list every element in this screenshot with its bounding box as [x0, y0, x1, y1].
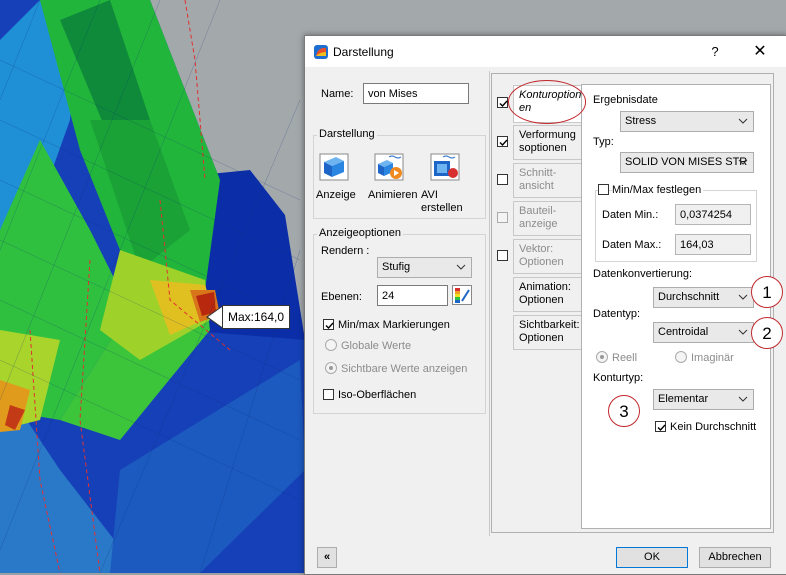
- konturtyp-select[interactable]: Elementar: [653, 389, 754, 410]
- chevron-down-icon: [738, 288, 748, 300]
- abbrechen-button[interactable]: Abbrechen: [699, 547, 771, 568]
- daten-min-label: Daten Min.:: [602, 209, 659, 221]
- datenkonvertierung-select[interactable]: Durchschnitt: [653, 287, 754, 308]
- avi-erstellen-label-2[interactable]: erstellen: [421, 202, 463, 214]
- darstellung-group-label: Darstellung: [317, 128, 377, 140]
- tab-vektor-checkbox[interactable]: [497, 250, 508, 261]
- name-input[interactable]: von Mises: [363, 83, 469, 104]
- anzeigeoptionen-group-label: Anzeigeoptionen: [317, 227, 403, 239]
- color-scale-icon[interactable]: [452, 285, 472, 305]
- globale-werte-label: Globale Werte: [341, 340, 412, 352]
- konturtyp-label: Konturtyp:: [593, 372, 644, 384]
- tab-animationsoptionen[interactable]: Animation: Optionen: [513, 277, 581, 312]
- tab-bauteilanzeige[interactable]: Bauteil- anzeige: [513, 201, 581, 236]
- tab-schnittansicht-checkbox[interactable]: [497, 174, 508, 185]
- ebenen-input[interactable]: 24: [377, 285, 448, 306]
- animieren-button-label[interactable]: Animieren: [368, 189, 418, 201]
- datentyp-select[interactable]: Centroidal: [653, 322, 754, 343]
- tab-verformung-checkbox[interactable]: [497, 136, 508, 147]
- chevron-down-icon: [738, 323, 748, 335]
- tab-schnittansicht[interactable]: Schnitt- ansicht: [513, 163, 581, 198]
- anzeige-button-label[interactable]: Anzeige: [316, 189, 356, 201]
- chevron-down-icon: [738, 112, 748, 124]
- datentyp-select-value: Centroidal: [658, 326, 709, 338]
- rendern-select-value: Stufig: [382, 261, 411, 273]
- avi-erstellen-label-1[interactable]: AVI: [421, 189, 438, 201]
- annotation-marker-3: 3: [608, 395, 640, 427]
- konturtyp-select-value: Elementar: [658, 393, 709, 405]
- minmax-markierungen-checkbox[interactable]: [323, 319, 334, 330]
- rendern-select[interactable]: Stufig: [377, 257, 472, 278]
- daten-max-input[interactable]: 164,03: [675, 234, 751, 255]
- daten-max-label: Daten Max.:: [602, 239, 662, 251]
- sichtbare-werte-radio[interactable]: [325, 362, 337, 374]
- collapse-button[interactable]: «: [317, 547, 337, 568]
- daten-min-input[interactable]: 0,0374254: [675, 204, 751, 225]
- annotation-highlight-ellipse: [508, 80, 586, 124]
- ok-button[interactable]: OK: [616, 547, 688, 568]
- chevron-down-icon: [738, 153, 748, 165]
- ergebnisdate-select[interactable]: Stress: [620, 111, 754, 132]
- ebenen-label: Ebenen:: [321, 291, 362, 303]
- iso-oberflaechen-label: Iso-Oberflächen: [338, 389, 417, 401]
- typ-select-value: SOLID VON MISES STR: [625, 156, 748, 168]
- reell-label: Reell: [612, 352, 638, 364]
- tab-verformungsoptionen[interactable]: Verformung soptionen: [513, 125, 581, 160]
- close-button[interactable]: ✕: [749, 41, 771, 63]
- globale-werte-radio[interactable]: [325, 339, 337, 351]
- max-marker-label: Max:164,0: [222, 305, 291, 329]
- help-button[interactable]: ?: [705, 42, 725, 62]
- avi-erstellen-icon[interactable]: [429, 152, 461, 182]
- datenkonvertierung-label: Datenkonvertierung:: [593, 268, 693, 280]
- title-bar[interactable]: Darstellung ? ✕: [305, 36, 786, 67]
- app-icon: [314, 45, 328, 59]
- name-label: Name:: [321, 88, 354, 100]
- tab-vektoroptionen[interactable]: Vektor: Optionen: [513, 239, 581, 274]
- dialog-title: Darstellung: [333, 45, 394, 59]
- sichtbare-werte-label: Sichtbare Werte anzeigen: [341, 363, 468, 375]
- tab-sichtbarkeitsoptionen[interactable]: Sichtbarkeit: Optionen: [513, 315, 581, 350]
- kein-durchschnitt-checkbox[interactable]: [655, 421, 666, 432]
- reell-radio[interactable]: [596, 351, 608, 363]
- datentyp-label: Datentyp:: [593, 308, 641, 320]
- ergebnisdate-label: Ergebnisdate: [593, 94, 658, 106]
- tab-konturoptionen-checkbox[interactable]: [497, 97, 508, 108]
- imaginaer-radio[interactable]: [675, 351, 687, 363]
- datenkonvertierung-select-value: Durchschnitt: [658, 291, 720, 303]
- typ-label: Typ:: [593, 136, 614, 148]
- imaginaer-label: Imaginär: [691, 352, 734, 364]
- ergebnisdate-select-value: Stress: [625, 115, 657, 127]
- chevron-down-icon: [738, 390, 748, 402]
- anzeige-icon[interactable]: [318, 152, 350, 182]
- animieren-icon[interactable]: [373, 152, 405, 182]
- tab-bauteilanzeige-checkbox[interactable]: [497, 212, 508, 223]
- rendern-label: Rendern :: [321, 245, 370, 257]
- kein-durchschnitt-label: Kein Durchschnitt: [670, 421, 757, 433]
- chevron-down-icon: [456, 258, 466, 270]
- minmax-markierungen-label: Min/max Markierungen: [338, 319, 450, 331]
- minmax-festlegen-label: Min/Max festlegen: [612, 184, 704, 196]
- iso-oberflaechen-checkbox[interactable]: [323, 389, 334, 400]
- minmax-festlegen-checkbox[interactable]: [598, 184, 609, 195]
- annotation-marker-1: 1: [751, 276, 783, 308]
- darstellung-dialog: Darstellung ? ✕ Name: von Mises Darstell…: [304, 35, 786, 575]
- annotation-marker-2: 2: [751, 317, 783, 349]
- typ-select[interactable]: SOLID VON MISES STR: [620, 152, 754, 173]
- panel-divider: [489, 71, 490, 536]
